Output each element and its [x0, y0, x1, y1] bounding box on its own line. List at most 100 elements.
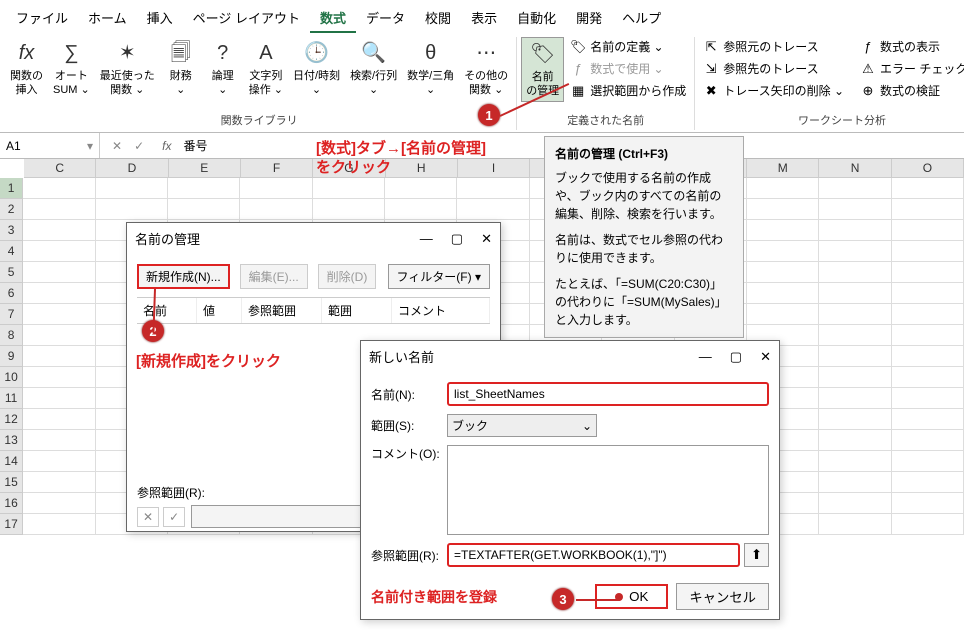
lookup-button[interactable]: 🔍検索/行列 ⌄	[346, 37, 401, 100]
column-header[interactable]: H	[386, 159, 458, 178]
column-header[interactable]: F	[241, 159, 313, 178]
row-header[interactable]: 16	[0, 493, 23, 514]
cell[interactable]	[892, 346, 964, 367]
cell[interactable]	[819, 451, 891, 472]
cell[interactable]	[819, 178, 891, 199]
cell[interactable]	[313, 178, 385, 199]
cell[interactable]	[892, 409, 964, 430]
row-header[interactable]: 14	[0, 451, 23, 472]
tab-file[interactable]: ファイル	[6, 4, 78, 33]
cell[interactable]	[892, 199, 964, 220]
row-header[interactable]: 4	[0, 241, 23, 262]
cell[interactable]	[892, 493, 964, 514]
row-header[interactable]: 10	[0, 367, 23, 388]
tab-insert[interactable]: 挿入	[137, 4, 183, 33]
row-header[interactable]: 15	[0, 472, 23, 493]
cell[interactable]	[747, 220, 819, 241]
scope-select[interactable]: ブック⌄	[447, 414, 597, 437]
cell[interactable]	[819, 346, 891, 367]
cell[interactable]	[23, 199, 95, 220]
cell[interactable]	[96, 178, 168, 199]
cell[interactable]	[892, 514, 964, 535]
cell[interactable]	[385, 178, 457, 199]
cell[interactable]	[23, 178, 95, 199]
ref-cancel-icon[interactable]: ✕	[137, 507, 159, 527]
row-header[interactable]: 2	[0, 199, 23, 220]
define-name-button[interactable]: 🏷名前の定義 ⌄	[566, 37, 690, 56]
cell[interactable]	[23, 346, 95, 367]
cell[interactable]	[819, 220, 891, 241]
col-scope[interactable]: 範囲	[322, 298, 392, 323]
more-functions-button[interactable]: ⋯その他の 関数 ⌄	[460, 37, 512, 100]
cell[interactable]	[23, 325, 95, 346]
col-refers-to[interactable]: 参照範囲	[242, 298, 322, 323]
math-button[interactable]: θ数学/三角 ⌄	[403, 37, 458, 100]
cancel-formula-icon[interactable]: ✕	[112, 139, 122, 153]
name-input[interactable]	[447, 382, 769, 406]
column-header[interactable]: N	[819, 159, 891, 178]
tab-developer[interactable]: 開発	[566, 4, 612, 33]
cell[interactable]	[23, 367, 95, 388]
cell[interactable]	[747, 304, 819, 325]
edit-name-button[interactable]: 編集(E)...	[240, 264, 308, 289]
cell[interactable]	[892, 367, 964, 388]
cell[interactable]	[892, 178, 964, 199]
column-header[interactable]: M	[747, 159, 819, 178]
recent-functions-button[interactable]: ✶最近使った 関数 ⌄	[96, 37, 159, 100]
column-header[interactable]: E	[169, 159, 241, 178]
col-value[interactable]: 値	[197, 298, 242, 323]
cell[interactable]	[892, 325, 964, 346]
name-box[interactable]: ▾	[0, 133, 100, 158]
tab-formulas[interactable]: 数式	[310, 4, 356, 33]
row-header[interactable]: 6	[0, 283, 23, 304]
trace-precedents-button[interactable]: ⇱参照元のトレース	[699, 37, 848, 56]
cell[interactable]	[96, 199, 168, 220]
insert-function-button[interactable]: fx関数の 挿入	[6, 37, 47, 100]
cell[interactable]	[23, 514, 95, 535]
autosum-button[interactable]: ∑オート SUM ⌄	[49, 37, 94, 100]
datetime-button[interactable]: 🕒日付/時刻 ⌄	[289, 37, 344, 100]
row-header[interactable]: 13	[0, 430, 23, 451]
ok-button[interactable]: OK	[595, 584, 668, 609]
cell[interactable]	[457, 199, 529, 220]
cell[interactable]	[819, 304, 891, 325]
cell[interactable]	[168, 178, 240, 199]
filter-button[interactable]: フィルター(F) ▾	[388, 264, 490, 289]
column-header[interactable]: D	[96, 159, 168, 178]
cell[interactable]	[892, 220, 964, 241]
cell[interactable]	[747, 178, 819, 199]
col-name[interactable]: 名前	[137, 298, 197, 323]
tab-home[interactable]: ホーム	[78, 4, 137, 33]
column-header[interactable]: O	[892, 159, 964, 178]
cell[interactable]	[819, 367, 891, 388]
cell[interactable]	[819, 199, 891, 220]
cell[interactable]	[892, 262, 964, 283]
cell[interactable]	[892, 304, 964, 325]
trace-dependents-button[interactable]: ⇲参照先のトレース	[699, 59, 848, 78]
cell[interactable]	[23, 220, 95, 241]
row-header[interactable]: 7	[0, 304, 23, 325]
cell[interactable]	[819, 493, 891, 514]
financial-button[interactable]: 🗐財務 ⌄	[161, 37, 201, 100]
cell[interactable]	[23, 493, 95, 514]
cell[interactable]	[819, 430, 891, 451]
cell[interactable]	[457, 178, 529, 199]
cell[interactable]	[23, 472, 95, 493]
cell[interactable]	[892, 472, 964, 493]
tab-view[interactable]: 表示	[461, 4, 507, 33]
row-header[interactable]: 12	[0, 409, 23, 430]
delete-name-button[interactable]: 削除(D)	[318, 264, 377, 289]
cell[interactable]	[23, 451, 95, 472]
cell[interactable]	[23, 241, 95, 262]
row-header[interactable]: 11	[0, 388, 23, 409]
text-button[interactable]: A文字列 操作 ⌄	[245, 37, 287, 100]
evaluate-formula-button[interactable]: ⊕数式の検証	[856, 81, 964, 100]
cell[interactable]	[892, 283, 964, 304]
cell[interactable]	[23, 388, 95, 409]
logical-button[interactable]: ?論理 ⌄	[203, 37, 243, 100]
cell[interactable]	[819, 472, 891, 493]
close-icon[interactable]: ✕	[481, 231, 492, 247]
use-in-formula-button[interactable]: ƒ数式で使用 ⌄	[566, 59, 690, 78]
cell[interactable]	[168, 199, 240, 220]
cancel-button[interactable]: キャンセル	[676, 583, 769, 610]
